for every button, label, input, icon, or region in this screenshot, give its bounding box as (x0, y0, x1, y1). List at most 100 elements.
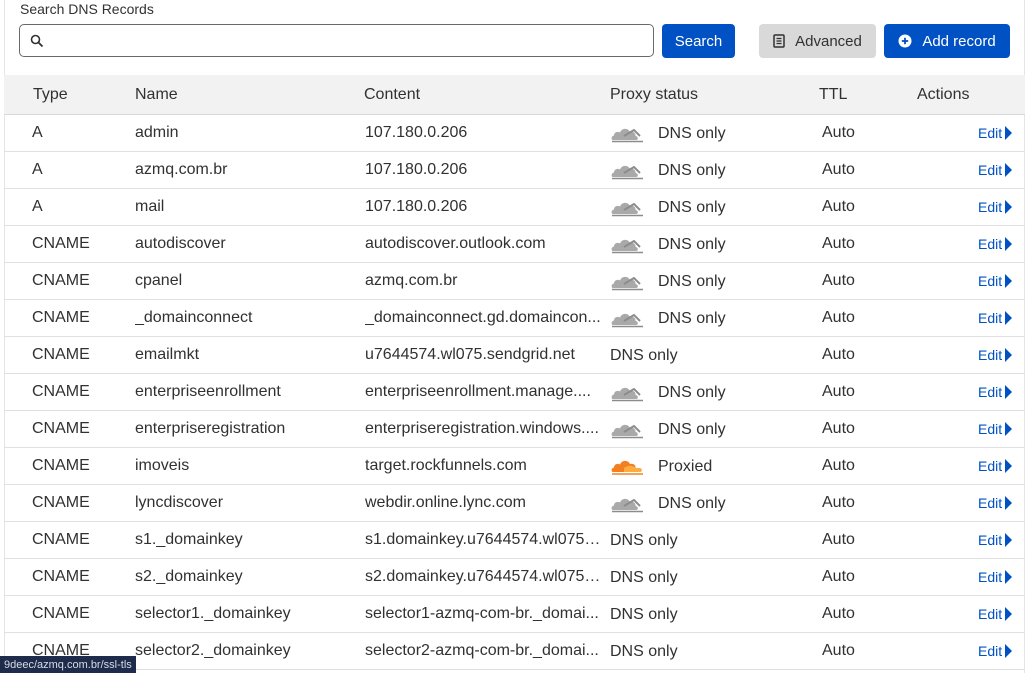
record-content: azmq.com.br (365, 272, 458, 289)
table-row[interactable]: CNAME s1._domainkey s1.domainkey.u7644574.… (4, 522, 1025, 559)
record-type: CNAME (32, 605, 90, 622)
table-row[interactable]: CNAME selector1._domainkey selector1-azmq-… (4, 596, 1025, 633)
edit-link[interactable]: Edit (978, 199, 1018, 215)
search-input[interactable] (52, 26, 653, 55)
table-row[interactable]: CNAME _domainconnect _domainconnect.gd.dom… (4, 300, 1025, 337)
record-name: s1._domainkey (135, 531, 243, 548)
edit-link-label: Edit (978, 421, 1003, 437)
table-row[interactable]: CNAME selector2._domainkey selector2-azmq-… (4, 633, 1025, 670)
cloud-dns-only-icon (610, 270, 646, 294)
record-type: CNAME (32, 346, 90, 363)
record-ttl: Auto (822, 642, 855, 659)
record-name: selector2._domainkey (135, 642, 291, 659)
table-row[interactable]: Amail 107.180.0.206 DNS only Auto Edit (4, 189, 1025, 226)
record-type: CNAME (32, 235, 90, 252)
edit-link[interactable]: Edit (978, 273, 1018, 289)
cloud-dns-only-icon (610, 233, 646, 257)
table-row[interactable]: CNAME lyncdiscover webdir.online.lync.com D… (4, 485, 1025, 522)
table-row[interactable]: CNAME enterpriseregistration enterprisereg… (4, 411, 1025, 448)
column-header-ttl[interactable]: TTL (819, 86, 847, 104)
proxy-status-label: DNS only (610, 606, 678, 623)
edit-link[interactable]: Edit (978, 495, 1018, 511)
edit-link[interactable]: Edit (978, 236, 1018, 252)
column-header-type[interactable]: Type (33, 86, 68, 104)
proxy-status: DNS only (610, 638, 800, 666)
proxy-status: DNS only (610, 231, 800, 259)
table-row[interactable]: CNAME s2._domainkey s2.domainkey.u7644574.… (4, 559, 1025, 596)
column-header-actions: Actions (917, 86, 970, 103)
table-row[interactable]: Aazmq.com.br 107.180.0.206 DNS only Auto Edi… (4, 152, 1025, 189)
table-row[interactable]: Aadmin 107.180.0.206 DNS only Auto Edit (4, 115, 1025, 152)
edit-link[interactable]: Edit (978, 569, 1018, 585)
record-ttl: Auto (822, 605, 855, 622)
edit-link[interactable]: Edit (978, 532, 1018, 548)
edit-link[interactable]: Edit (978, 606, 1018, 622)
edit-link[interactable]: Edit (978, 125, 1018, 141)
search-label: Search DNS Records (20, 1, 154, 17)
record-type: CNAME (32, 494, 90, 511)
record-content: _domainconnect.gd.domaincon... (365, 309, 601, 326)
proxy-status-label: DNS only (658, 310, 726, 327)
expand-arrow-icon (1005, 126, 1013, 140)
record-ttl: Auto (822, 420, 855, 437)
expand-arrow-icon (1005, 644, 1013, 658)
record-name: autodiscover (135, 235, 226, 252)
expand-arrow-icon (1005, 200, 1013, 214)
record-content: enterpriseregistration.windows.... (365, 420, 599, 437)
proxy-status: DNS only (610, 416, 800, 444)
record-type: CNAME (32, 531, 90, 548)
cloud-dns-only-icon (610, 307, 646, 331)
record-ttl: Auto (822, 272, 855, 289)
table-row[interactable]: CNAME emailmkt u7644574.wl075.sendgrid.net… (4, 337, 1025, 374)
edit-link-label: Edit (978, 199, 1003, 215)
proxy-status-label: DNS only (658, 162, 726, 179)
edit-link-label: Edit (978, 273, 1003, 289)
edit-link[interactable]: Edit (978, 347, 1018, 363)
edit-link[interactable]: Edit (978, 458, 1018, 474)
expand-arrow-icon (1005, 459, 1013, 473)
proxy-status-label: DNS only (610, 569, 678, 586)
column-header-proxy-status[interactable]: Proxy status (610, 86, 698, 104)
add-record-button[interactable]: Add record (884, 24, 1010, 58)
cloud-dns-only-icon (610, 381, 646, 405)
proxy-status-label: DNS only (658, 384, 726, 401)
proxy-status: DNS only (610, 268, 800, 296)
table-row[interactable]: CNAME autodiscover autodiscover.outlook.co… (4, 226, 1025, 263)
edit-link[interactable]: Edit (978, 384, 1018, 400)
edit-link[interactable]: Edit (978, 421, 1018, 437)
record-ttl: Auto (822, 124, 855, 141)
cloud-proxied-icon (610, 455, 646, 479)
advanced-button-label: Advanced (795, 32, 862, 50)
column-header-content[interactable]: Content (364, 86, 420, 104)
expand-arrow-icon (1005, 533, 1013, 547)
cloud-dns-only-icon (610, 122, 646, 146)
plus-circle-icon (898, 34, 912, 48)
edit-link[interactable]: Edit (978, 162, 1018, 178)
search-box[interactable] (19, 24, 654, 57)
proxy-status: DNS only (610, 194, 800, 222)
edit-link-label: Edit (978, 347, 1003, 363)
column-header-name[interactable]: Name (135, 86, 178, 104)
edit-link[interactable]: Edit (978, 643, 1018, 659)
cloud-dns-only-icon (610, 196, 646, 220)
record-type: CNAME (32, 383, 90, 400)
record-ttl: Auto (822, 494, 855, 511)
proxy-status: DNS only (610, 157, 800, 185)
edit-link-label: Edit (978, 162, 1003, 178)
record-type: CNAME (32, 457, 90, 474)
advanced-button[interactable]: Advanced (759, 24, 876, 58)
cloud-dns-only-icon (610, 418, 646, 442)
expand-arrow-icon (1005, 163, 1013, 177)
add-record-button-label: Add record (922, 32, 996, 50)
record-content: 107.180.0.206 (365, 161, 468, 178)
search-button[interactable]: Search (662, 24, 735, 58)
edit-link[interactable]: Edit (978, 310, 1018, 326)
table-row[interactable]: CNAME enterpriseenrollment enterpriseenrol… (4, 374, 1025, 411)
expand-arrow-icon (1005, 237, 1013, 251)
table-header: Type Name Content Proxy status TTL Actio… (4, 75, 1025, 115)
table-row[interactable]: CNAME imoveis target.rockfunnels.com Proxie… (4, 448, 1025, 485)
table-row[interactable]: CNAME cpanel azmq.com.br DNS only Auto Edit (4, 263, 1025, 300)
record-ttl: Auto (822, 346, 855, 363)
cloud-dns-only-icon (610, 492, 646, 516)
record-name: selector1._domainkey (135, 605, 291, 622)
